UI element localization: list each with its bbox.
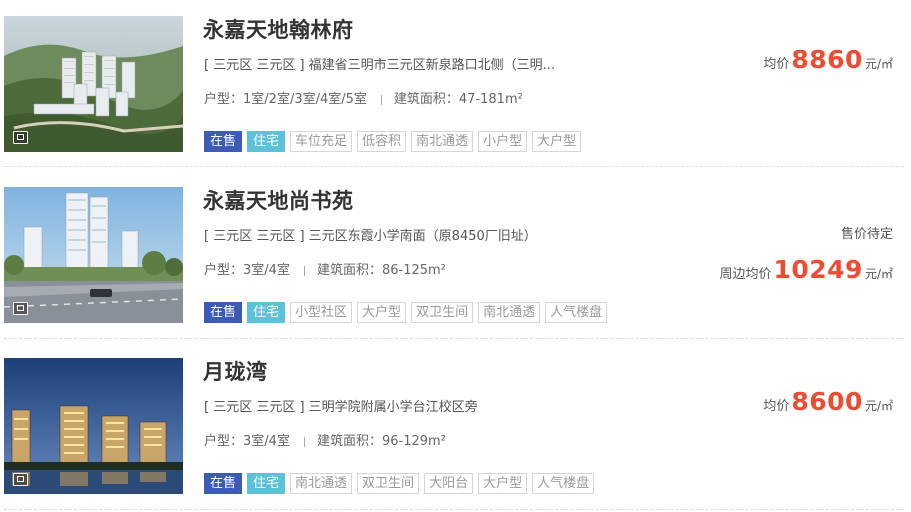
- separator: [380, 94, 382, 105]
- feature-tag: 小户型: [478, 131, 528, 152]
- status-badge: 在售: [204, 302, 243, 323]
- feature-tag: 车位充足: [290, 131, 353, 152]
- layout-label: 户型：: [204, 263, 244, 278]
- listing-card: 永嘉天地尚书苑 [ 三元区 三元区 ] 三元区东霞小学南面（原8450厂旧址） …: [0, 171, 911, 341]
- listing-price: 均价8600 元/㎡: [763, 387, 893, 416]
- listing-address[interactable]: [ 三元区 三元区 ] 三元区东霞小学南面（原8450厂旧址）: [204, 225, 537, 244]
- listing-photo[interactable]: [4, 187, 183, 323]
- price-value: 8600: [791, 387, 863, 416]
- feature-tag: 南北通透: [411, 131, 474, 152]
- price-label: 周边均价: [719, 267, 772, 282]
- gallery-icon: [13, 131, 28, 144]
- listing-address[interactable]: [ 三元区 三元区 ] 三明学院附属小学台江校区旁: [204, 396, 478, 415]
- area-value: 86-125m²: [381, 263, 446, 278]
- feature-tag: 大阳台: [424, 473, 474, 494]
- area-value: 47-181m²: [458, 92, 523, 107]
- divider: [4, 166, 904, 167]
- status-badge: 在售: [204, 473, 243, 494]
- gallery-icon: [13, 302, 28, 315]
- listing-specs: 户型：3室/4室 建筑面积：86-125m²: [204, 259, 446, 278]
- layout-value: 1室/2室/3室/4室/5室: [243, 92, 367, 107]
- status-badge: 在售: [204, 131, 243, 152]
- area-value: 96-129m²: [381, 434, 446, 449]
- price-pending-note: 售价待定: [840, 227, 893, 242]
- feature-tag: 大户型: [532, 131, 582, 152]
- feature-tag: 大户型: [357, 302, 407, 323]
- property-type-badge: 住宅: [247, 131, 286, 152]
- layout-label: 户型：: [204, 92, 244, 107]
- property-type-badge: 住宅: [247, 473, 286, 494]
- layout-label: 户型：: [204, 434, 244, 449]
- listing-photo[interactable]: [4, 16, 183, 152]
- feature-tag: 双卫生间: [357, 473, 420, 494]
- feature-tag: 低容积: [357, 131, 407, 152]
- listing-price: 均价8860 元/㎡: [763, 45, 893, 74]
- feature-tag: 人气楼盘: [545, 302, 608, 323]
- listing-tags: 在售 住宅 小型社区 大户型 双卫生间 南北通透 人气楼盘: [204, 302, 612, 323]
- listing-price: 周边均价10249 元/㎡: [719, 255, 893, 284]
- listing-title[interactable]: 永嘉天地翰林府: [203, 14, 354, 44]
- listing-photo[interactable]: [4, 358, 183, 494]
- feature-tag: 南北通透: [478, 302, 541, 323]
- divider: [4, 509, 904, 510]
- layout-value: 3室/4室: [243, 434, 290, 449]
- price-label: 均价: [763, 57, 790, 72]
- price-unit: 元/㎡: [864, 399, 893, 413]
- listing-card: 月珑湾 [ 三元区 三元区 ] 三明学院附属小学台江校区旁 户型：3室/4室 建筑…: [0, 342, 911, 512]
- listing-tags: 在售 住宅 车位充足 低容积 南北通透 小户型 大户型: [204, 131, 586, 152]
- property-type-badge: 住宅: [247, 302, 286, 323]
- listing-address[interactable]: [ 三元区 三元区 ] 福建省三明市三元区新泉路口北侧（三明...: [204, 54, 555, 73]
- feature-tag: 南北通透: [290, 473, 353, 494]
- feature-tag: 小型社区: [290, 302, 353, 323]
- listing-title[interactable]: 月珑湾: [203, 356, 268, 386]
- area-label: 建筑面积：: [316, 434, 382, 449]
- listing-title[interactable]: 永嘉天地尚书苑: [203, 185, 354, 215]
- divider: [4, 338, 904, 339]
- listing-tags: 在售 住宅 南北通透 双卫生间 大阳台 大户型 人气楼盘: [204, 473, 599, 494]
- listing-card: 永嘉天地翰林府 [ 三元区 三元区 ] 福建省三明市三元区新泉路口北侧（三明..…: [0, 0, 911, 170]
- feature-tag: 大户型: [478, 473, 528, 494]
- price-label: 均价: [763, 399, 790, 414]
- feature-tag: 人气楼盘: [532, 473, 595, 494]
- property-listing-list: 永嘉天地翰林府 [ 三元区 三元区 ] 福建省三明市三元区新泉路口北侧（三明..…: [0, 0, 911, 512]
- area-label: 建筑面积：: [393, 92, 459, 107]
- listing-specs: 户型：3室/4室 建筑面积：96-129m²: [204, 430, 446, 449]
- listing-specs: 户型：1室/2室/3室/4室/5室 建筑面积：47-181m²: [204, 88, 523, 107]
- feature-tag: 双卫生间: [411, 302, 474, 323]
- price-value: 8860: [791, 45, 863, 74]
- gallery-icon: [13, 473, 28, 486]
- layout-value: 3室/4室: [243, 263, 290, 278]
- price-unit: 元/㎡: [864, 267, 893, 281]
- separator: [303, 265, 305, 276]
- price-value: 10249: [773, 255, 863, 284]
- area-label: 建筑面积：: [316, 263, 382, 278]
- price-unit: 元/㎡: [864, 57, 893, 71]
- separator: [303, 436, 305, 447]
